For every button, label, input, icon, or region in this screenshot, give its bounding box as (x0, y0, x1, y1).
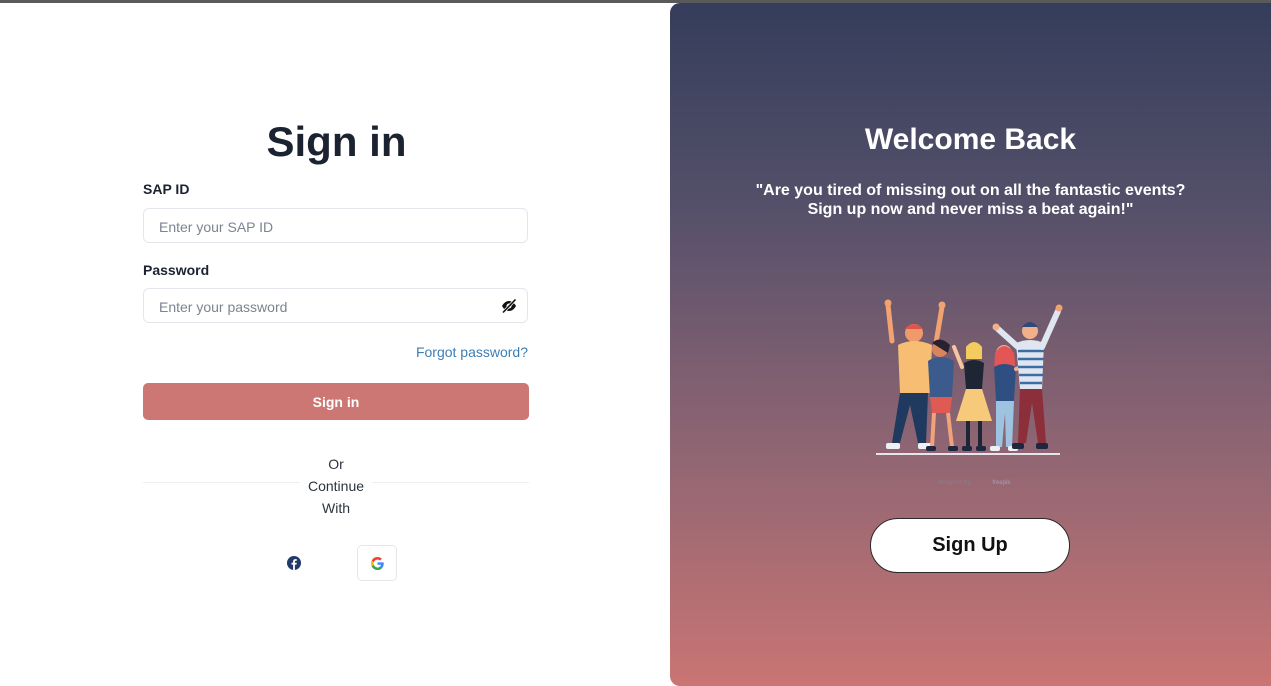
welcome-title: Welcome Back (864, 123, 1077, 156)
eye-slash-icon[interactable] (501, 298, 517, 314)
sap-id-field-wrapper (143, 208, 528, 244)
welcome-panel: Welcome Back "Are you tired of missing o… (670, 3, 1271, 686)
or-text-line2: Continue (307, 478, 365, 494)
celebrating-people-illustration (876, 299, 1063, 455)
signin-panel: Sign in SAP ID Password Forgot password?… (0, 3, 670, 686)
sign-in-button[interactable]: Sign in (143, 383, 529, 420)
google-login-button[interactable] (357, 545, 397, 581)
credit-dim: designed by (938, 480, 971, 486)
quote-line2: Sign up now and never miss a beat again!… (807, 201, 1134, 218)
sap-id-label: SAP ID (143, 181, 190, 197)
password-label: Password (143, 262, 210, 278)
welcome-quote: "Are you tired of missing out on all the… (710, 181, 1231, 219)
google-icon (370, 556, 384, 570)
or-continue-with-text: Or Continue With (300, 453, 372, 519)
sign-up-button[interactable]: Sign Up (870, 518, 1070, 573)
sap-id-input[interactable] (157, 209, 491, 244)
quote-line1: "Are you tired of missing out on all the… (755, 182, 1186, 199)
facebook-login-button[interactable] (274, 545, 314, 581)
forgot-password-link[interactable]: Forgot password? (416, 344, 528, 360)
or-text-line1: Or (328, 456, 344, 472)
or-text-line3: With (322, 500, 350, 516)
password-input[interactable] (157, 289, 491, 324)
password-field-wrapper (143, 288, 528, 324)
page-title: Sign in (266, 118, 407, 165)
facebook-icon (287, 556, 301, 570)
credit-freepik: freepik (992, 480, 1011, 486)
illustration-credit: designed by freepik (938, 480, 1010, 486)
